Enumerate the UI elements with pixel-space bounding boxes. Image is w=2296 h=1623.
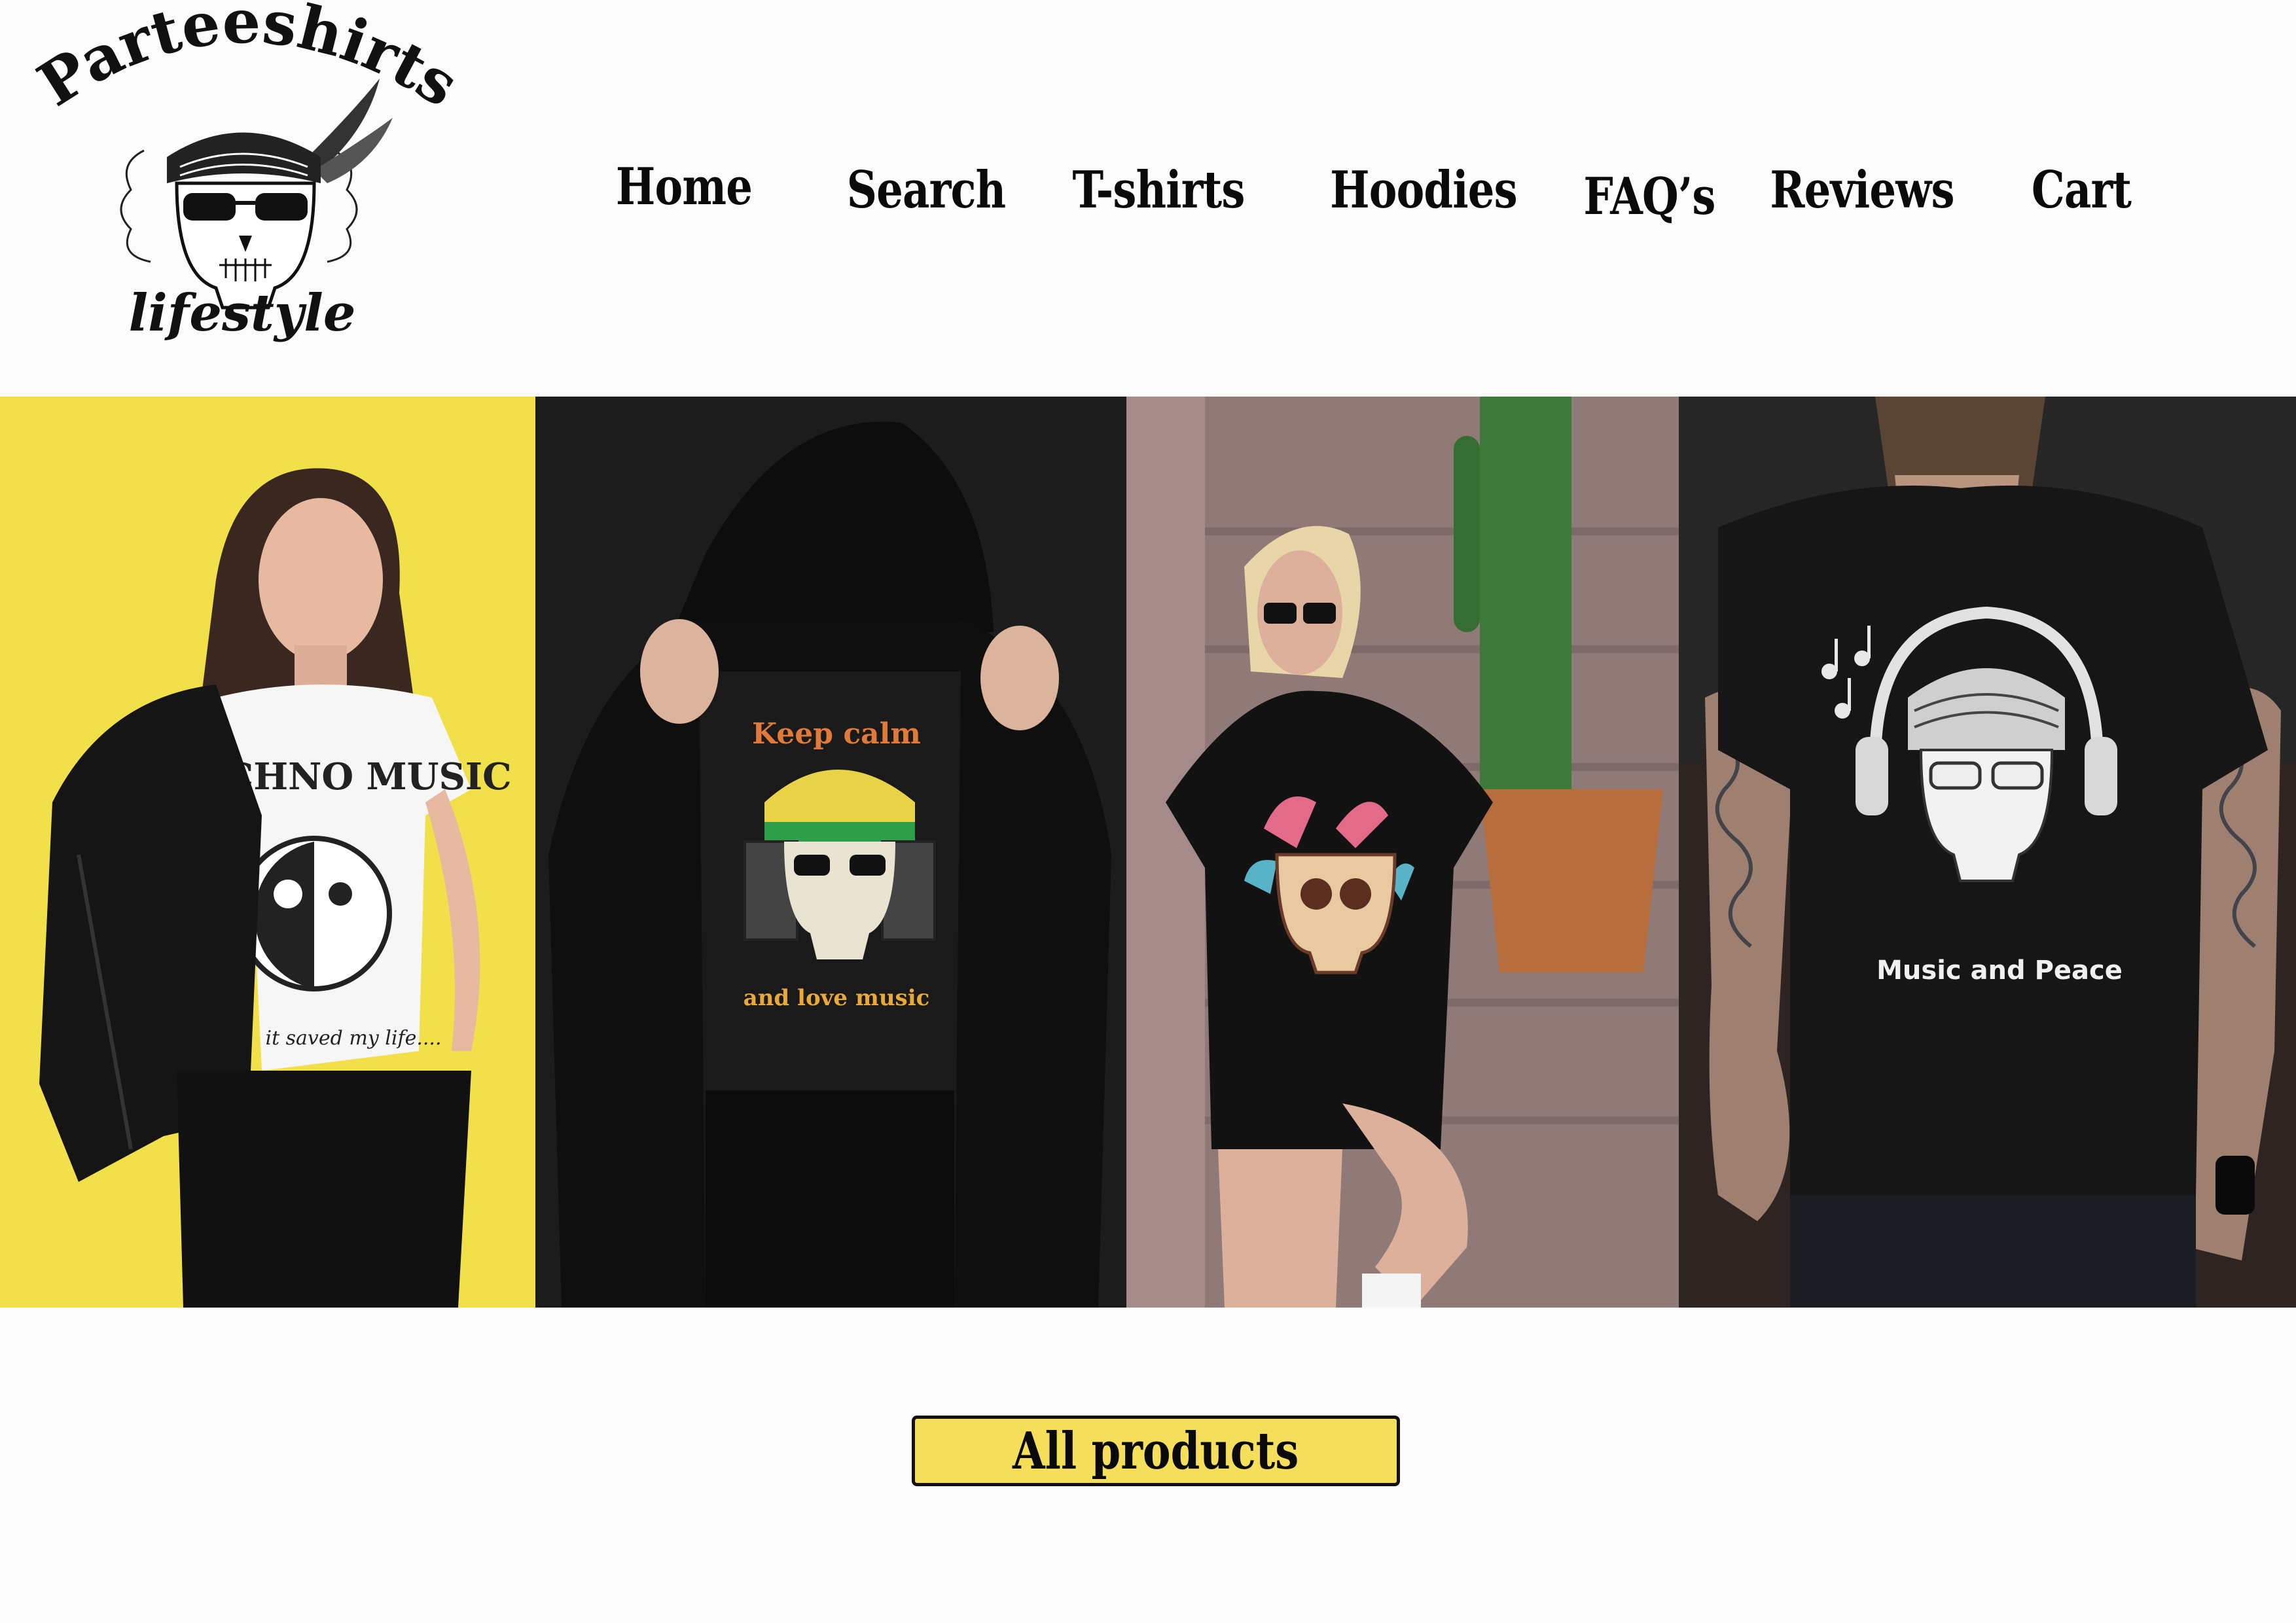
nav-faqs[interactable]: FAQ’s	[1583, 160, 1715, 232]
bandana-icon	[167, 132, 321, 183]
shirt-print-love-music: and love music	[744, 985, 930, 1011]
shirt-print-keep-calm: Keep calm	[752, 717, 921, 751]
nav-reviews[interactable]: Reviews	[1770, 154, 1954, 226]
all-products-button[interactable]: All products	[912, 1416, 1400, 1486]
brand-name-text: Parteeshirts	[26, 0, 471, 120]
brand-tagline-text: lifestyle	[129, 283, 356, 343]
nav-home[interactable]: Home	[616, 151, 753, 223]
nav-search[interactable]: Search	[847, 154, 1006, 226]
all-products-label: All products	[1013, 1421, 1299, 1481]
hero-gallery: TECHNO MUSIC it saved my life.... Keep c…	[0, 397, 2296, 1308]
hero-image-music-and-peace[interactable]: Music and Peace	[1679, 397, 2296, 1308]
brand-logo[interactable]: Parteeshirts lifestyle	[26, 0, 471, 366]
hero-image-keep-calm[interactable]: Keep calm and love music	[535, 397, 1126, 1308]
nav-t-shirts[interactable]: T-shirts	[1072, 154, 1245, 226]
nav-cart[interactable]: Cart	[2032, 154, 2132, 226]
shirt-print-music-and-peace: Music and Peace	[1876, 955, 2123, 986]
nav-hoodies[interactable]: Hoodies	[1330, 154, 1518, 226]
shirt-print-tagline: it saved my life....	[265, 1027, 441, 1050]
hero-image-mushroom-skull[interactable]	[1126, 397, 1679, 1308]
hero-image-techno-music[interactable]: TECHNO MUSIC it saved my life....	[0, 397, 535, 1308]
